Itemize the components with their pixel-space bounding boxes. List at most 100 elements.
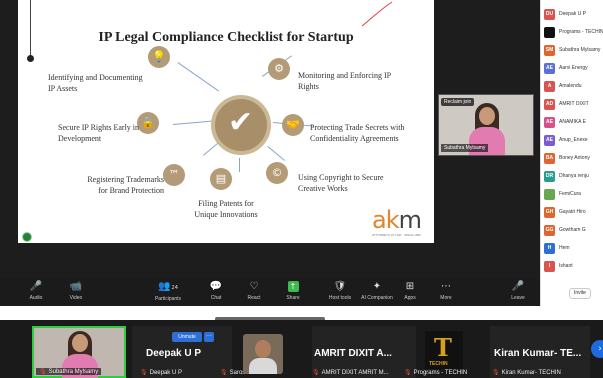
avatar: AD <box>544 99 555 110</box>
video-tile[interactable]: Kiran Kumar- TE... 🎙 Kiran Kumar- TECHIN <box>490 326 590 378</box>
lock-icon: 🔒 <box>137 112 159 134</box>
lightbulb-icon: 💡 <box>148 46 170 68</box>
audio-label: Audio <box>29 295 43 301</box>
participant-name: Programs - TECHIN <box>559 29 603 35</box>
participant-name: Ishant <box>559 263 573 269</box>
react-label: React <box>247 295 261 301</box>
tile-label: AMRIT DIXIT AMRIT M... <box>321 370 389 376</box>
participant-name: Deepak U P <box>559 11 586 17</box>
participant-name: Subathra Mylsamy <box>559 47 601 53</box>
avatar: AE <box>544 135 555 146</box>
participant-row[interactable]: I Ishant <box>544 260 603 274</box>
tile-label: Deepak U P <box>149 370 182 376</box>
annotation-pen-mark <box>361 1 393 27</box>
logo-text: ak <box>372 206 400 234</box>
participants-count: 24 <box>171 285 178 291</box>
participant-row[interactable]: DR Dhanya renju <box>544 170 603 184</box>
slide-title: IP Legal Compliance Checklist for Startu… <box>98 30 354 45</box>
connector-line <box>173 120 213 125</box>
checkmark-hub-icon <box>211 95 271 155</box>
connector-line <box>267 146 285 161</box>
participant-row[interactable]: BA Boney Antony <box>544 152 603 166</box>
slide-decor-line <box>30 0 31 58</box>
participant-name: AMRIT DIXIT <box>559 101 589 107</box>
avatar-shirt <box>249 358 277 374</box>
participant-row[interactable]: AE Anup_Enexe <box>544 134 603 148</box>
video-gallery: 🎙 Subathra Mylsamy Deepak U P 🎙 Deepak U P… <box>0 320 603 378</box>
leave-button[interactable]: 🎤 Leave <box>496 280 540 306</box>
techin-logo: TECHIN <box>425 331 463 369</box>
participant-display-name: Kiran Kumar- TE... <box>494 348 582 359</box>
react-button[interactable]: ♡ React <box>232 280 276 306</box>
more-label: More <box>440 295 452 301</box>
avatar: AE <box>544 117 555 128</box>
avatar: BA <box>544 153 555 164</box>
avatar: GG <box>544 225 555 236</box>
active-speaker-video[interactable]: Reclaim join Subathra Mylsamy <box>438 94 534 156</box>
more-icon: ⋯ <box>441 281 451 292</box>
meeting-toolbar: 🎤 Audio 📹 Video 👥24 Participants 💬 Chat … <box>0 278 540 306</box>
participants-button[interactable]: 👥24 Participants <box>146 280 190 306</box>
avatar: I <box>544 261 555 272</box>
avatar: H <box>544 243 555 254</box>
video-tile[interactable]: AMRIT DIXIT A... 🎙 AMRIT DIXIT AMRIT M... <box>312 326 416 378</box>
video-off-icon: 📹 <box>69 281 83 292</box>
share-button[interactable]: ↑ Share <box>271 280 315 306</box>
participant-row[interactable]: DU Deepak U P <box>544 8 603 22</box>
participant-row[interactable]: GG Gowtham G <box>544 224 603 238</box>
chevron-right-icon[interactable]: › <box>591 340 603 358</box>
participant-row[interactable]: AD AMRIT DIXIT <box>544 98 603 112</box>
copyright-icon: © <box>266 162 288 184</box>
participant-row[interactable]: GH Gayatri Hiro <box>544 206 603 220</box>
unmute-button[interactable]: Unmute <box>172 332 202 342</box>
avatar: AE <box>544 63 555 74</box>
participant-row[interactable]: A Amalendu <box>544 80 603 94</box>
participant-name: Aarvi Energy <box>559 65 588 71</box>
participant-display-name: AMRIT DIXIT A... <box>314 348 392 359</box>
checklist-item: Using Copyright to Secure Creative Works <box>298 173 384 193</box>
participant-row[interactable]: FemiCura <box>544 188 603 202</box>
shared-screen: IP Legal Compliance Checklist for Startu… <box>0 0 540 278</box>
handshake-icon: 🤝 <box>282 114 304 136</box>
avatar: GH <box>544 207 555 218</box>
share-screen-icon: ↑ <box>271 280 315 294</box>
participant-row[interactable]: AE ANAMIKA E <box>544 116 603 130</box>
participant-name: Hem <box>559 245 570 251</box>
participant-display-name: Deepak U P <box>146 348 202 359</box>
screen-share-indicator-icon[interactable] <box>22 232 32 242</box>
more-button[interactable]: ⋯ More <box>424 280 468 306</box>
video-tile[interactable]: 🎙 Subathra Mylsamy <box>32 326 126 378</box>
logo-subtitle: ATTORNEYS AT LAW · SINCE 1960 <box>372 233 421 237</box>
avatar: SM <box>544 45 555 56</box>
speaker-tag: Reclaim join <box>441 98 475 106</box>
checklist-item: Secure IP Rights Early in Development <box>58 123 140 143</box>
participant-row[interactable]: SM Subathra Mylsamy <box>544 44 603 58</box>
participant-row[interactable]: H Hem <box>544 242 603 256</box>
checklist-item: Filing Patents for Unique Innovations <box>194 199 258 219</box>
mic-muted-icon: 🎙 <box>140 369 148 376</box>
participant-row[interactable]: Programs - TECHIN <box>544 26 603 40</box>
participant-name: Amalendu <box>559 83 582 89</box>
tile-more-button[interactable]: ··· <box>204 332 214 342</box>
invite-button[interactable]: Invite <box>569 288 591 299</box>
speaker-face <box>479 107 495 125</box>
tile-name: 🎙 AMRIT DIXIT AMRIT M... <box>312 369 389 376</box>
presentation-slide: IP Legal Compliance Checklist for Startu… <box>18 0 434 243</box>
audio-button[interactable]: 🎤 Audio <box>14 280 58 306</box>
mic-muted-icon: 🎙 <box>220 369 228 376</box>
tile-label: Kiran Kumar- TECHIN <box>501 370 561 376</box>
connector-line <box>177 62 219 92</box>
document-icon: ▤ <box>210 168 232 190</box>
video-button[interactable]: 📹 Video <box>54 280 98 306</box>
participants-icon: 👥24 <box>158 281 178 292</box>
participant-face <box>72 334 88 352</box>
avatar: A <box>544 81 555 92</box>
checklist-item: Monitoring and Enforcing IP Rights <box>298 71 391 91</box>
participant-name: Gayatri Hiro <box>559 209 586 215</box>
tile-name: 🎙 Kiran Kumar- TECHIN <box>492 369 561 376</box>
mic-muted-icon: 🎙 <box>492 369 500 376</box>
participant-row[interactable]: AE Aarvi Energy <box>544 62 603 76</box>
avatar: DR <box>544 171 555 182</box>
participant-name: ANAMIKA E <box>559 119 586 125</box>
video-label: Video <box>69 295 83 301</box>
